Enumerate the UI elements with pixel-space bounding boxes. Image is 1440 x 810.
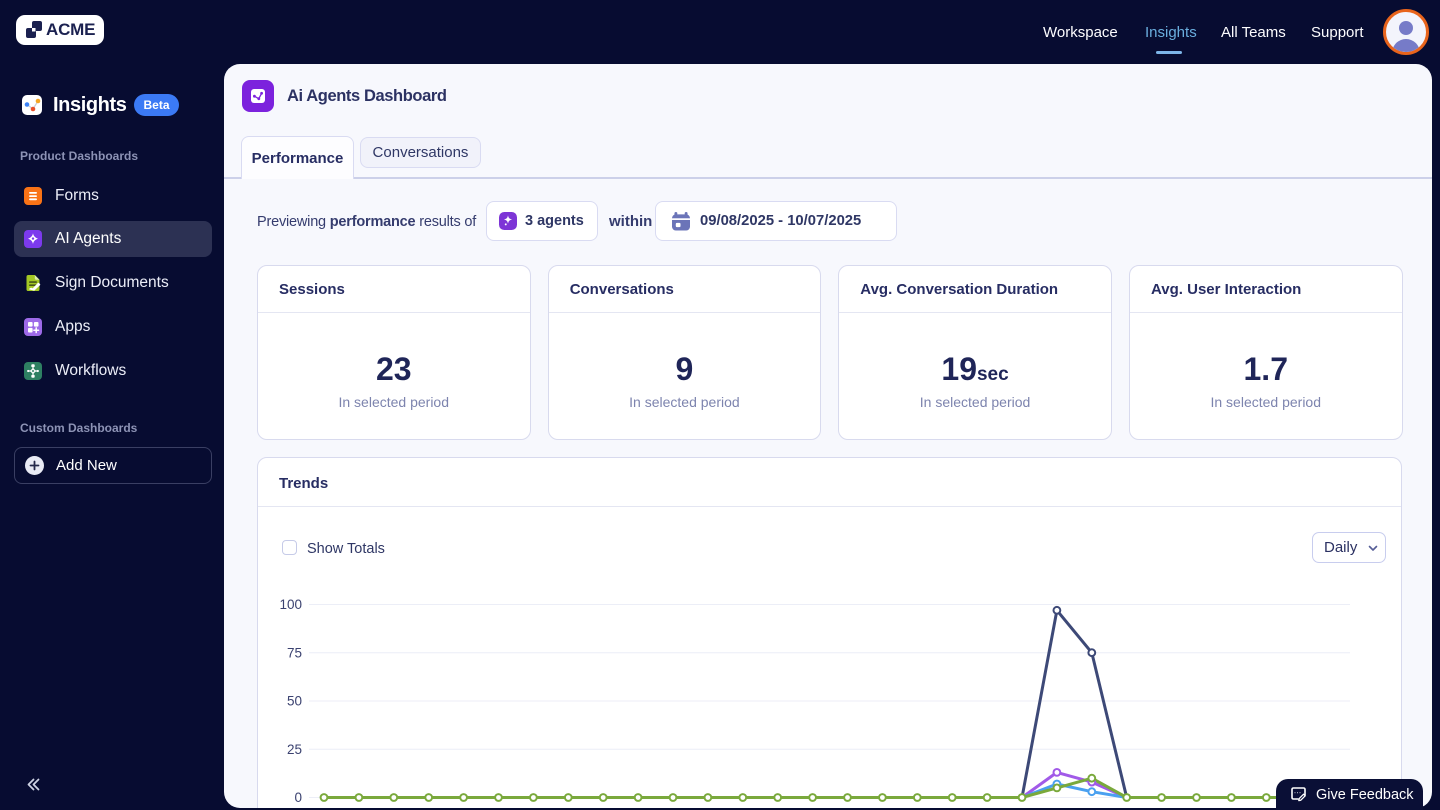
svg-text:0: 0: [294, 790, 302, 805]
svg-text:100: 100: [279, 597, 302, 612]
svg-text:75: 75: [287, 645, 302, 660]
svg-text:50: 50: [287, 693, 302, 708]
svg-text:25: 25: [287, 741, 302, 756]
